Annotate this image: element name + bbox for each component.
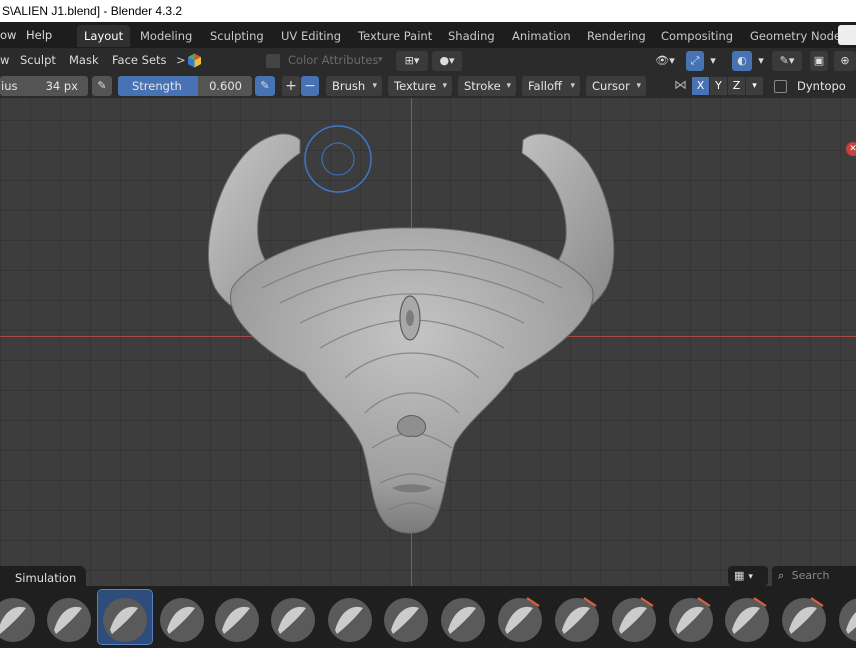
brush-crease-icon[interactable] xyxy=(210,590,264,644)
brush-pinch-icon[interactable] xyxy=(266,590,320,644)
menu-sculpt[interactable]: Sculpt xyxy=(20,48,56,74)
brush-clay-strips-icon[interactable] xyxy=(155,590,209,644)
eye-visibility-icon[interactable]: 👁▾ xyxy=(650,51,680,71)
3d-viewport[interactable]: ✕ Simulation ▦ ▾ ⌕ Search xyxy=(0,98,856,588)
shelf-view-button[interactable]: ▦ ▾ xyxy=(728,566,768,586)
search-placeholder: Search xyxy=(791,569,830,582)
symmetry-x-button[interactable]: X xyxy=(692,77,709,95)
tab-compositing[interactable]: Compositing xyxy=(654,25,740,47)
brush-draw-icon[interactable] xyxy=(97,589,153,645)
chevron-down-icon: ▾ xyxy=(636,81,641,91)
proportional-circle-icon[interactable]: ●▾ xyxy=(432,51,462,71)
radius-field[interactable]: ius 34 px xyxy=(0,76,88,96)
grid-view-icon: ▦ xyxy=(734,569,745,582)
strength-label: Strength xyxy=(132,79,182,93)
brush-blob-icon[interactable] xyxy=(0,590,40,644)
chevron-down-icon: ▾ xyxy=(506,81,511,91)
strength-value: 0.600 xyxy=(209,79,242,93)
gizmo-chevron-icon[interactable]: ▾ xyxy=(706,51,720,71)
overlay-icon[interactable]: ◐ xyxy=(732,51,752,71)
snap-grid-icon[interactable]: ⊞▾ xyxy=(396,51,428,71)
shelf-search-input[interactable]: ⌕ Search xyxy=(772,566,856,586)
cursor-dropdown[interactable]: Cursor ▾ xyxy=(586,76,646,96)
chevron-down-icon: ▾ xyxy=(748,572,753,582)
tab-rendering[interactable]: Rendering xyxy=(580,25,653,47)
brush-smooth-icon[interactable] xyxy=(42,590,96,644)
symmetry-butterfly-icon: ⋈ xyxy=(674,78,687,93)
direction-subtract-button[interactable]: − xyxy=(301,76,319,96)
close-icon[interactable]: ✕ xyxy=(846,142,856,156)
strength-slider[interactable]: Strength 0.600 xyxy=(118,76,252,96)
tab-animation[interactable]: Animation xyxy=(505,25,578,47)
brush-fill-icon[interactable] xyxy=(493,590,547,644)
shading-solid-icon[interactable]: ⊕ xyxy=(834,51,856,71)
radius-value: 34 px xyxy=(45,79,78,93)
brush-cloth-icon[interactable] xyxy=(720,590,774,644)
direction-add-button[interactable]: + xyxy=(282,76,300,96)
brush-rotate-icon[interactable] xyxy=(834,590,856,644)
brush-draw-face-sets-icon[interactable] xyxy=(607,590,661,644)
symmetry-y-button[interactable]: Y xyxy=(710,77,727,95)
dyntopo-checkbox[interactable] xyxy=(774,80,787,93)
brush-cursor-icon xyxy=(304,125,372,193)
brush-snake-hook-icon[interactable] xyxy=(379,590,433,644)
scene-icon[interactable] xyxy=(838,25,856,45)
tab-layout[interactable]: Layout xyxy=(77,25,131,47)
texture-dropdown-label: Texture xyxy=(394,79,437,93)
radius-pressure-icon[interactable]: ✎ xyxy=(92,76,112,96)
color-attributes-icon xyxy=(266,54,280,68)
radius-label: ius xyxy=(1,79,18,93)
falloff-dropdown-label: Falloff xyxy=(528,79,562,93)
tab-sculpting[interactable]: Sculpting xyxy=(203,25,271,47)
stroke-dropdown[interactable]: Stroke ▾ xyxy=(458,76,516,96)
strength-pressure-icon[interactable]: ✎ xyxy=(255,76,275,96)
color-hex-icon[interactable] xyxy=(187,53,202,68)
brush-dropdown[interactable]: Brush ▾ xyxy=(326,76,382,96)
brush-pose-icon[interactable] xyxy=(777,590,831,644)
tool-settings-bar: ius 34 px ✎ Strength 0.600 ✎ + − Brush ▾ … xyxy=(0,74,856,99)
cursor-dropdown-label: Cursor xyxy=(592,79,630,93)
falloff-dropdown[interactable]: Falloff ▾ xyxy=(522,76,580,96)
chevron-down-icon: ▾ xyxy=(442,81,447,91)
symmetry-chevron-icon[interactable]: ▾ xyxy=(746,77,763,95)
sculpt-mesh xyxy=(208,133,615,534)
stroke-dropdown-label: Stroke xyxy=(464,79,501,93)
gizmo-icon[interactable]: ⤢ xyxy=(686,51,704,71)
brush-scrape-icon[interactable] xyxy=(436,590,490,644)
brush-mask-icon[interactable] xyxy=(550,590,604,644)
xray-icon[interactable]: ▣ xyxy=(810,51,828,71)
overlay-chevron-icon[interactable]: ▾ xyxy=(754,51,768,71)
search-icon: ⌕ xyxy=(778,569,785,582)
brush-elastic-deform-icon[interactable] xyxy=(664,590,718,644)
tab-texture-paint[interactable]: Texture Paint xyxy=(351,25,439,47)
tab-shading[interactable]: Shading xyxy=(441,25,502,47)
chevron-down-icon: ▾ xyxy=(372,81,377,91)
chevron-down-icon: ▾ xyxy=(570,81,575,91)
eyedropper-icon[interactable]: ✎▾ xyxy=(772,51,802,71)
menu-window[interactable]: ow xyxy=(0,22,16,48)
symmetry-z-button[interactable]: Z xyxy=(728,77,745,95)
top-bar: ow Help Layout Modeling Sculpting UV Edi… xyxy=(0,22,856,48)
brush-dropdown-label: Brush xyxy=(332,79,366,93)
texture-dropdown[interactable]: Texture ▾ xyxy=(388,76,452,96)
tab-geometry-nodes[interactable]: Geometry Node xyxy=(743,25,848,47)
color-attributes-button[interactable]: Color Attributes xyxy=(288,51,378,70)
color-attributes-chevron-icon: ▾ xyxy=(378,55,383,65)
menu-view[interactable]: w xyxy=(0,48,9,74)
dyntopo-label: Dyntopo xyxy=(797,79,846,93)
menu-face-sets[interactable]: Face Sets xyxy=(112,48,167,74)
chevron-right-icon[interactable]: > xyxy=(176,48,186,74)
tab-uv-editing[interactable]: UV Editing xyxy=(274,25,348,47)
window-title: S\ALIEN J1.blend] - Blender 4.3.2 xyxy=(0,0,856,22)
menu-mask[interactable]: Mask xyxy=(69,48,99,74)
tab-simulation[interactable]: Simulation xyxy=(0,566,86,588)
mode-bar: w Sculpt Mask Face Sets > Color Attribut… xyxy=(0,48,856,74)
brush-flatten-icon[interactable] xyxy=(323,590,377,644)
nose xyxy=(396,415,427,437)
menu-help[interactable]: Help xyxy=(26,22,52,48)
tab-modeling[interactable]: Modeling xyxy=(133,25,199,47)
